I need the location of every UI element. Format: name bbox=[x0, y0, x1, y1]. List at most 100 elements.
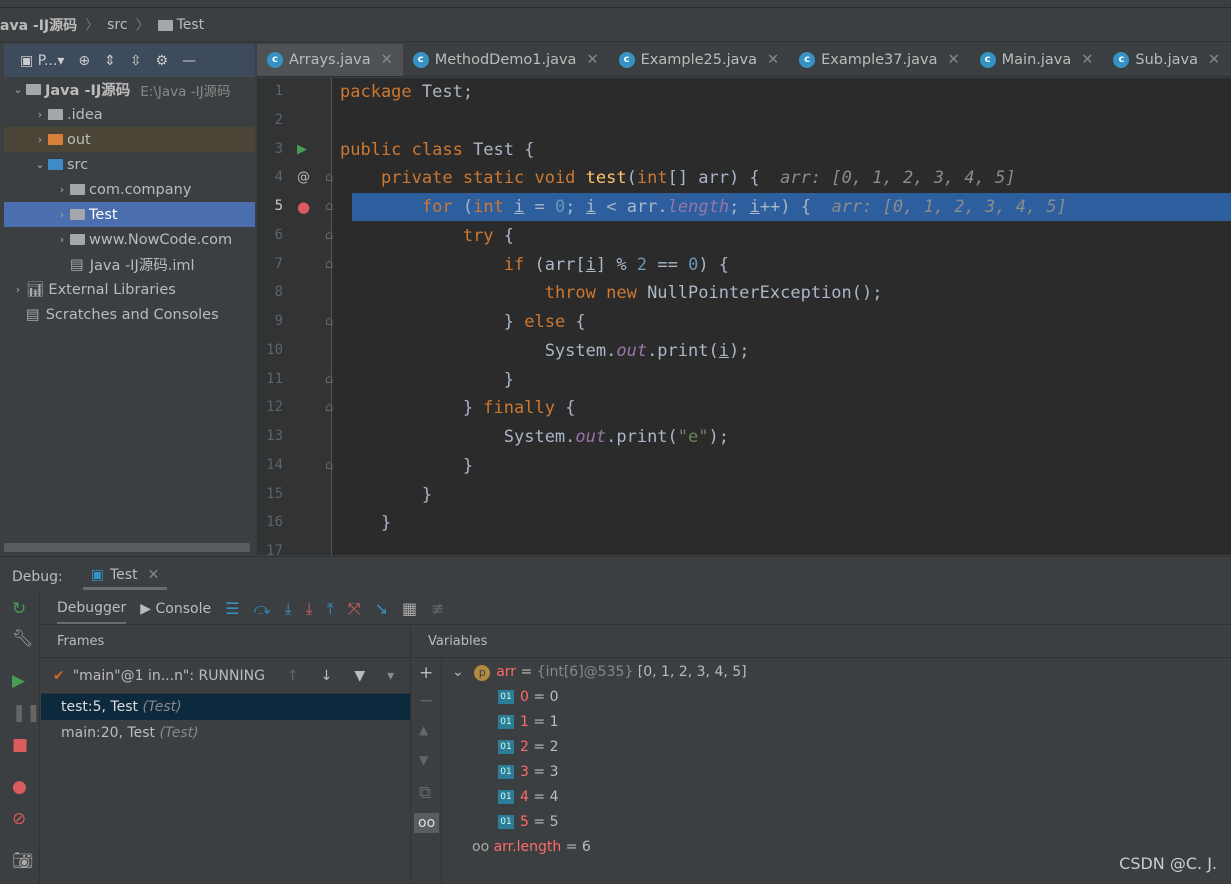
resume-icon[interactable]: ▶ bbox=[12, 671, 25, 691]
frame-row[interactable]: test:5, Test (Test) bbox=[41, 694, 410, 720]
line-number: 16 bbox=[266, 514, 283, 531]
editor-tab[interactable]: c Main.java ✕ bbox=[970, 44, 1104, 76]
chevron-icon[interactable]: › bbox=[32, 108, 48, 121]
mute-breakpoints-icon[interactable]: ⊘ bbox=[12, 809, 26, 829]
fold-marker-icon[interactable]: ⌂ bbox=[325, 257, 333, 272]
variable-row[interactable]: 01 5 = 5 bbox=[498, 814, 558, 830]
chevron-icon[interactable]: › bbox=[32, 133, 48, 146]
project-view-dropdown[interactable]: ▣ P...▾ bbox=[20, 53, 64, 69]
variable-row[interactable]: 01 2 = 2 bbox=[498, 739, 558, 755]
tree-item[interactable]: › com.company bbox=[4, 177, 255, 202]
move-up-icon[interactable]: ▲ bbox=[419, 723, 428, 737]
fold-marker-icon[interactable]: ⌂ bbox=[325, 228, 333, 243]
chevron-icon[interactable]: › bbox=[54, 183, 70, 196]
breadcrumb-src[interactable]: src bbox=[107, 17, 127, 33]
code-token: ); bbox=[728, 340, 750, 361]
fold-marker-icon[interactable]: ⌂ bbox=[325, 372, 333, 387]
fold-marker-icon[interactable]: ⌂ bbox=[325, 170, 333, 185]
trace-icon[interactable]: ≢ bbox=[431, 599, 444, 618]
chevron-down-icon[interactable]: ⌄ bbox=[452, 664, 468, 680]
code-line: try { bbox=[340, 222, 514, 250]
evaluate-expression-icon[interactable]: ▦ bbox=[402, 599, 417, 618]
tree-item[interactable]: › 📊︎ External Libraries bbox=[4, 277, 255, 302]
step-out-icon[interactable]: ⤒ bbox=[327, 599, 334, 619]
step-over-icon[interactable]: ⤼ bbox=[253, 599, 270, 619]
chevron-icon[interactable]: ⌄ bbox=[10, 83, 26, 96]
thread-selector[interactable]: ✔ "main"@1 in...n": RUNNING ↑ ↓ ▼ ▾ bbox=[41, 658, 410, 694]
fold-marker-icon[interactable]: ⌂ bbox=[325, 400, 333, 415]
tree-item[interactable]: ⌄ Java -IJ源码 E:\Java -IJ源码 bbox=[4, 77, 255, 102]
variable-row[interactable]: 01 3 = 3 bbox=[498, 764, 558, 780]
filter-icon[interactable]: ▼ bbox=[354, 668, 365, 684]
force-step-into-icon[interactable]: ⤓ bbox=[306, 599, 313, 619]
remove-watch-icon[interactable]: − bbox=[419, 691, 433, 711]
tree-item[interactable]: ▤ Java -IJ源码.iml bbox=[4, 252, 255, 277]
tree-item[interactable]: › out bbox=[4, 127, 255, 152]
tree-item[interactable]: ▤ Scratches and Consoles bbox=[4, 302, 255, 327]
breadcrumb-project[interactable]: ava -IJ源码 bbox=[0, 15, 77, 35]
editor-tab[interactable]: c MethodDemo1.java ✕ bbox=[403, 44, 609, 76]
frame-row[interactable]: main:20, Test (Test) bbox=[41, 720, 410, 746]
fold-marker-icon[interactable]: ⌂ bbox=[325, 199, 333, 214]
stop-icon[interactable]: ■ bbox=[12, 735, 28, 755]
minimize-icon[interactable]: — bbox=[182, 53, 196, 69]
variable-row[interactable]: 01 4 = 4 bbox=[498, 789, 558, 805]
view-breakpoints-icon[interactable]: ● bbox=[12, 777, 27, 797]
tab-debugger[interactable]: Debugger bbox=[57, 594, 127, 624]
run-icon[interactable]: ▶ bbox=[297, 142, 307, 157]
pause-icon[interactable]: ❚❚ bbox=[12, 703, 41, 723]
close-icon[interactable]: ✕ bbox=[1208, 52, 1220, 68]
java-class-icon: c bbox=[618, 52, 635, 68]
chevron-icon[interactable]: › bbox=[10, 283, 26, 296]
horizontal-scrollbar[interactable] bbox=[4, 543, 250, 552]
tab-label: MethodDemo1.java bbox=[434, 52, 577, 68]
breakpoint-icon[interactable]: ● bbox=[297, 198, 310, 216]
chevron-icon[interactable]: › bbox=[54, 233, 70, 246]
tree-item[interactable]: ⌄ src bbox=[4, 152, 255, 177]
locate-icon[interactable]: ⊕ bbox=[78, 53, 90, 69]
run-to-cursor-icon[interactable]: ↘ bbox=[375, 599, 388, 618]
move-down-icon[interactable]: ▼ bbox=[419, 753, 428, 767]
watch-row[interactable]: oo arr.length = 6 bbox=[472, 839, 591, 855]
tree-item[interactable]: › Test bbox=[4, 202, 255, 227]
editor-tab[interactable]: c Arrays.java ✕ bbox=[257, 44, 403, 76]
variable-row[interactable]: ⌄ p arr = {int[6]@535} [0, 1, 2, 3, 4, 5] bbox=[452, 664, 747, 681]
wrench-icon[interactable]: 🔧︎ bbox=[12, 629, 34, 649]
close-icon[interactable]: ✕ bbox=[586, 52, 598, 68]
tab-console[interactable]: ▶ Console bbox=[140, 601, 211, 617]
duplicate-icon[interactable]: ⧉ bbox=[419, 783, 431, 803]
variable-row[interactable]: 01 0 = 0 bbox=[498, 689, 558, 705]
glasses-icon[interactable]: oo bbox=[414, 813, 440, 833]
expand-all-icon[interactable]: ⇕ bbox=[104, 53, 116, 69]
editor-tab[interactable]: c Sub.java ✕ bbox=[1103, 44, 1230, 76]
close-icon[interactable]: ✕ bbox=[148, 567, 160, 583]
fold-marker-icon[interactable]: ⌂ bbox=[325, 458, 333, 473]
chevron-down-icon[interactable]: ▾ bbox=[387, 668, 394, 684]
fold-marker-icon[interactable]: ⌂ bbox=[325, 314, 333, 329]
chevron-icon[interactable]: ⌄ bbox=[32, 158, 48, 171]
close-icon[interactable]: ✕ bbox=[1081, 52, 1093, 68]
collapse-all-icon[interactable]: ⇳ bbox=[130, 53, 142, 69]
gear-icon[interactable]: ⚙ bbox=[156, 53, 169, 69]
debug-session-tab[interactable]: ▣ Test ✕ bbox=[82, 563, 168, 590]
editor-tab[interactable]: c Example37.java ✕ bbox=[789, 44, 970, 76]
tree-item[interactable]: › .idea bbox=[4, 102, 255, 127]
breadcrumb-test[interactable]: Test bbox=[157, 17, 204, 33]
chevron-icon[interactable]: › bbox=[54, 208, 70, 221]
arrow-down-icon[interactable]: ↓ bbox=[321, 668, 333, 684]
arrow-up-icon[interactable]: ↑ bbox=[287, 668, 299, 684]
editor-tab[interactable]: c Example25.java ✕ bbox=[609, 44, 790, 76]
rerun-icon[interactable]: ↻ bbox=[12, 599, 26, 619]
close-icon[interactable]: ✕ bbox=[767, 52, 779, 68]
close-icon[interactable]: ✕ bbox=[381, 52, 393, 68]
show-execution-point-icon[interactable]: ☰ bbox=[225, 599, 239, 618]
add-watch-icon[interactable]: + bbox=[419, 663, 433, 683]
step-into-icon[interactable]: ⤓ bbox=[285, 599, 292, 619]
drop-frame-icon[interactable]: ⤧ bbox=[348, 599, 361, 619]
tree-item[interactable]: › www.NowCode.com bbox=[4, 227, 255, 252]
code-editor[interactable]: 1 2 3 4 5 6 7 8 9 10 11 12 13 14 15 16 17 ▶ @ ● package … bbox=[257, 78, 1231, 555]
primitive-icon: 01 bbox=[498, 790, 514, 804]
close-icon[interactable]: ✕ bbox=[947, 52, 959, 68]
camera-icon[interactable]: 📷︎ bbox=[12, 851, 34, 871]
variable-row[interactable]: 01 1 = 1 bbox=[498, 714, 558, 730]
